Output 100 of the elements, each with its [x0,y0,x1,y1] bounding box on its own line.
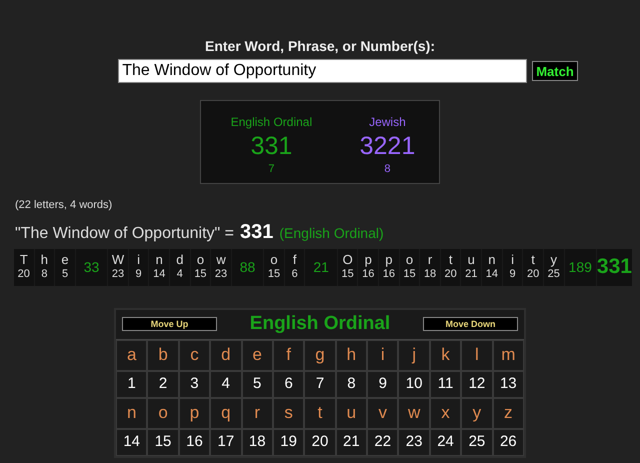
cipher-letter: m [492,340,524,370]
letter-text: t [531,252,535,267]
letter-value: 20 [444,267,457,282]
cipher-number: 2 [147,370,179,398]
letter-value: 23 [214,267,228,282]
letter-text: T [20,252,28,267]
cipher-letter: g [304,340,336,370]
word-total: 21 [305,248,337,286]
letter-value: 15 [342,267,354,282]
move-down-button[interactable]: Move Down [423,317,518,331]
letter-value: 5 [62,267,68,282]
letter-value: 4 [176,267,183,282]
letter-value: 14 [486,267,498,282]
cipher-title: English Ordinal [250,312,390,336]
letter-value: 6 [292,267,298,282]
letter-value: 16 [362,267,374,282]
letter-text: p [364,252,372,267]
cipher-letter: f [272,340,304,370]
cipher-number: 20 [304,428,336,456]
letter-value: 14 [153,267,166,282]
search-field[interactable]: The Window of Opportunity [118,59,528,83]
letter-value: 16 [382,267,395,282]
cipher-subvalue: 8 [384,162,390,177]
cipher-number: 15 [147,428,179,456]
cipher-letter: h [336,340,368,370]
cipher-number: 10 [398,370,430,398]
cipher-letter: i [367,340,398,370]
cipher-letter: r [242,398,273,428]
cipher-subvalue: 7 [268,162,274,177]
cipher-letter: j [398,340,430,370]
cipher-letter: w [398,398,430,428]
cipher-number: 14 [116,428,148,456]
move-up-button[interactable]: Move Up [122,317,217,331]
cipher-letter: l [461,340,493,370]
cipher-number: 26 [492,428,524,456]
letter-value: 9 [509,267,516,282]
cipher-number: 9 [367,370,398,398]
cipher-letter: e [242,340,273,370]
letter-text: r [428,252,432,267]
total-value: 331 [240,220,274,244]
cipher-letter: b [147,340,179,370]
cipher-letter: y [461,398,493,428]
prompt-heading: Enter Word, Phrase, or Number(s): [204,37,435,56]
cipher-number: 22 [367,428,398,456]
cipher-letter: x [430,398,462,428]
cipher-number: 19 [272,428,304,456]
cipher-number: 21 [336,428,368,456]
cipher-letter: u [336,398,368,428]
letter-text: O [342,252,353,267]
letter-text: t [448,252,452,267]
cipher-number: 7 [304,370,336,398]
grand-total: 331 [596,248,632,286]
letter-text: e [61,252,69,267]
letter-value: 15 [403,267,416,282]
cipher-number: 16 [178,428,210,456]
cipher-number: 13 [492,370,524,398]
cipher-number: 1 [116,370,148,398]
letter-text: n [488,252,496,267]
cipher-letter: t [304,398,336,428]
letter-value: 21 [465,267,478,282]
letter-value: 23 [112,267,124,282]
cipher-number: 4 [210,370,242,398]
cipher-number: 3 [178,370,210,398]
cipher-letter: s [272,398,304,428]
word-total: 189 [564,248,596,286]
cipher-number: 18 [242,428,273,456]
word-total: 88 [232,248,264,286]
cipher-number: 8 [336,370,368,398]
cipher-number: 5 [242,370,273,398]
cipher-number: 6 [272,370,304,398]
letter-value: 20 [18,267,30,282]
letter-text: o [270,252,278,267]
letter-value: 18 [424,267,436,282]
cipher-number: 25 [461,428,493,456]
match-button[interactable]: Match [532,61,578,81]
cipher-label: Jewish [369,114,406,131]
letter-text: u [468,252,475,267]
letter-text: W [112,252,124,267]
cipher-letter: o [147,398,179,428]
letter-text: o [406,252,414,267]
cipher-letter: p [178,398,210,428]
letter-text: f [292,252,296,267]
letter-value: 25 [548,267,560,282]
word-total: 33 [76,248,108,286]
cipher-letter: d [210,340,242,370]
phrase-text: "The Window of Opportunity" = [15,224,234,244]
cipher-letter: c [178,340,210,370]
letter-value: 8 [41,267,48,282]
cipher-value: 331 [250,131,292,161]
cipher-name: (English Ordinal) [279,224,384,243]
cipher-letter: v [367,398,398,428]
cipher-value: 3221 [360,131,416,161]
letter-text: o [196,252,204,267]
letter-text: h [40,252,48,267]
letter-word-count: (22 letters, 4 words) [15,198,114,213]
cipher-number: 12 [461,370,493,398]
cipher-letter: a [116,340,148,370]
letter-text: i [137,252,140,267]
letter-value: 15 [194,267,207,282]
letter-text: p [385,252,392,267]
